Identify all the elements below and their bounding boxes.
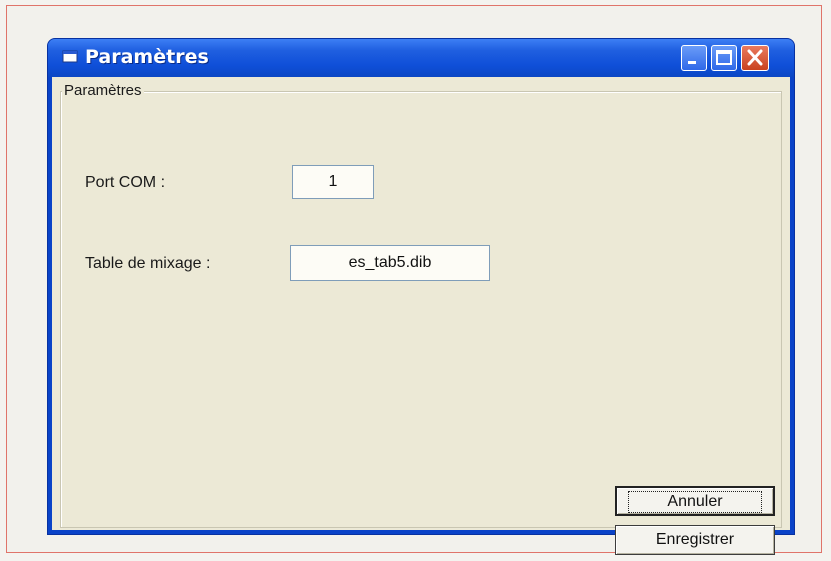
cancel-button-label: Annuler — [628, 491, 762, 513]
save-button[interactable]: Enregistrer — [615, 525, 775, 555]
close-icon — [747, 49, 763, 66]
com-port-field[interactable]: 1 — [292, 165, 374, 199]
cancel-button[interactable]: Annuler — [615, 486, 775, 516]
settings-groupbox — [60, 91, 782, 528]
maximize-icon — [716, 50, 732, 65]
dialog-client-area: Paramètres Port COM : 1 Table de mixage … — [52, 77, 790, 555]
com-port-label: Port COM : — [85, 174, 166, 191]
groupbox-label: Paramètres — [62, 82, 144, 99]
minimize-icon — [688, 61, 696, 64]
app-window-icon — [62, 49, 78, 64]
window-title: Paramètres — [85, 46, 209, 68]
mix-table-label: Table de mixage : — [85, 255, 211, 272]
title-bar[interactable]: Paramètres — [48, 39, 794, 77]
maximize-button[interactable] — [711, 45, 737, 71]
mix-table-field[interactable]: es_tab5.dib — [290, 245, 490, 281]
dialog-window: Paramètres Paramètres Port COM : 1 Table… — [47, 38, 795, 555]
minimize-button[interactable] — [681, 45, 707, 71]
close-button[interactable] — [741, 45, 769, 71]
